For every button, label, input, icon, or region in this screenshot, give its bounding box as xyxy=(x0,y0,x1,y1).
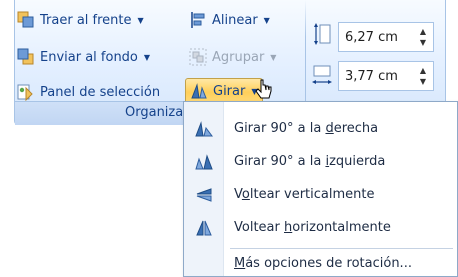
menu-item-no-icon xyxy=(184,250,224,276)
bring-to-front-button[interactable]: Traer al frente ▼ xyxy=(17,8,144,32)
send-to-back-button[interactable]: Enviar al fondo ▼ xyxy=(17,45,150,69)
shape-height-icon xyxy=(312,22,332,46)
group-icon xyxy=(189,48,207,66)
menu-item-flip-vertical[interactable]: Voltear verticalmente xyxy=(184,178,457,211)
menu-item-flip-horizontal[interactable]: Voltear horizontalmente xyxy=(184,211,457,244)
menu-item-label: Voltear horizontalmente xyxy=(234,220,391,235)
chevron-down-icon: ▼ xyxy=(143,52,151,62)
send-to-back-label: Enviar al fondo xyxy=(40,49,138,65)
chevron-down-icon: ▼ xyxy=(137,15,144,25)
mouse-pointer-icon xyxy=(255,79,272,99)
shape-height-value: 6,27 cm xyxy=(345,29,398,45)
rotate-dropdown-menu: Girar 90° a la derecha Girar 90° a la iz… xyxy=(183,101,458,277)
arrange-group-label: Organiza xyxy=(125,105,184,120)
menu-item-label: Girar 90° a la izquierda xyxy=(234,154,386,169)
bring-to-front-icon xyxy=(17,11,35,29)
shape-width-icon xyxy=(312,63,332,87)
chevron-down-icon: ▼ xyxy=(270,52,277,62)
spin-up-icon[interactable]: ▲ xyxy=(420,27,426,36)
chevron-down-icon: ▼ xyxy=(263,15,270,25)
rotate-left-icon xyxy=(184,145,224,178)
group-label: Agrupar xyxy=(212,49,265,65)
spin-down-icon[interactable]: ▼ xyxy=(420,77,426,86)
shape-width-field[interactable]: 3,77 cm ▲ ▼ xyxy=(338,61,434,91)
align-button[interactable]: Alinear ▼ xyxy=(189,8,270,32)
send-to-back-icon xyxy=(17,48,35,66)
menu-item-label: Voltear verticalmente xyxy=(234,187,375,202)
flip-vertical-icon xyxy=(184,178,224,211)
height-spinner[interactable]: ▲ ▼ xyxy=(417,27,429,47)
menu-item-rotate-right[interactable]: Girar 90° a la derecha xyxy=(184,112,457,145)
rotate-label: Girar xyxy=(213,83,246,99)
shape-height-field[interactable]: 6,27 cm ▲ ▼ xyxy=(338,22,434,52)
align-label: Alinear xyxy=(212,12,258,28)
spin-up-icon[interactable]: ▲ xyxy=(420,66,426,75)
menu-item-more-rotation-options[interactable]: Más opciones de rotación... xyxy=(184,250,457,276)
rotate-icon xyxy=(190,82,208,100)
menu-separator xyxy=(230,248,453,249)
spin-down-icon[interactable]: ▼ xyxy=(420,38,426,47)
menu-item-label: Girar 90° a la derecha xyxy=(234,121,379,136)
selection-pane-icon xyxy=(17,83,35,102)
menu-item-label: Más opciones de rotación... xyxy=(234,255,412,271)
align-icon xyxy=(189,11,207,29)
menu-item-rotate-left[interactable]: Girar 90° a la izquierda xyxy=(184,145,457,178)
shape-width-value: 3,77 cm xyxy=(345,68,398,84)
flip-horizontal-icon xyxy=(184,211,224,244)
group-button[interactable]: Agrupar ▼ xyxy=(189,45,276,69)
rotate-right-icon xyxy=(184,112,224,145)
width-spinner[interactable]: ▲ ▼ xyxy=(417,66,429,86)
bring-to-front-label: Traer al frente xyxy=(40,12,132,28)
selection-pane-label: Panel de selección xyxy=(40,84,161,100)
